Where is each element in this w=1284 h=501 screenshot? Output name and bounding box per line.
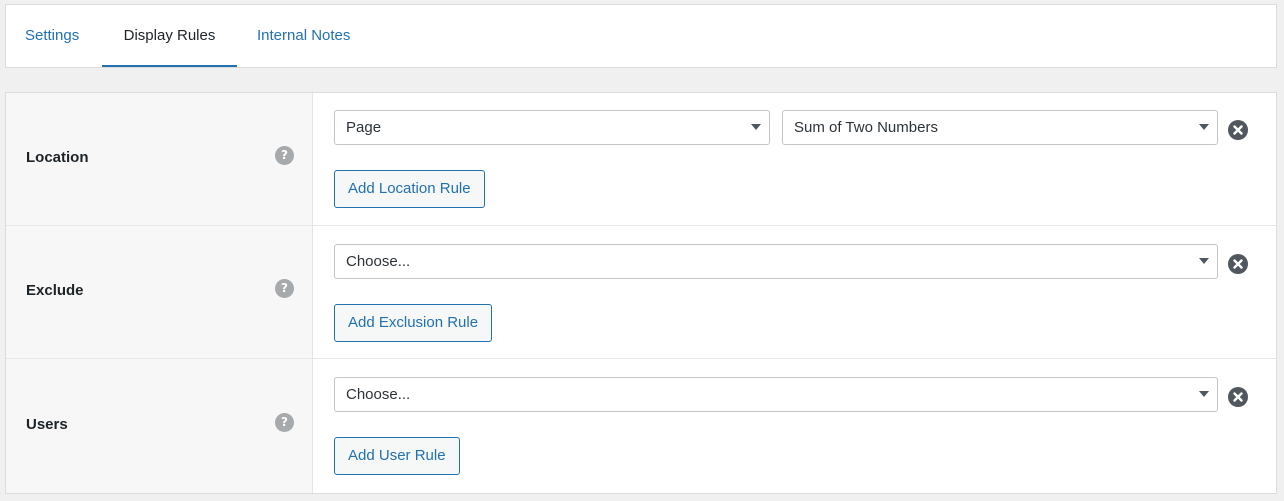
exclude-select-value: Choose... xyxy=(346,253,411,270)
chevron-down-icon xyxy=(1199,124,1209,130)
remove-rule-icon[interactable] xyxy=(1228,387,1248,407)
location-type-value: Page xyxy=(346,119,382,136)
display-rules-panel: Location ? Page Sum of Two Numbers Add L… xyxy=(5,92,1277,494)
users-select-value: Choose... xyxy=(346,386,411,403)
chevron-down-icon xyxy=(751,124,761,130)
users-label: Users xyxy=(26,416,68,433)
exclude-select[interactable]: Choose... xyxy=(334,244,1218,279)
location-label-column: Location ? xyxy=(6,93,313,225)
help-icon[interactable]: ? xyxy=(275,146,294,165)
location-type-select[interactable]: Page xyxy=(334,110,770,145)
location-value-select[interactable]: Sum of Two Numbers xyxy=(782,110,1218,145)
chevron-down-icon xyxy=(1199,391,1209,397)
remove-rule-icon[interactable] xyxy=(1228,254,1248,274)
location-value-text: Sum of Two Numbers xyxy=(794,119,938,136)
remove-rule-icon[interactable] xyxy=(1228,120,1248,140)
users-rule-row: Users ? Choose... Add User Rule xyxy=(6,359,1276,493)
add-location-rule-button[interactable]: Add Location Rule xyxy=(334,170,485,208)
add-exclusion-rule-button[interactable]: Add Exclusion Rule xyxy=(334,304,493,342)
tab-settings[interactable]: Settings xyxy=(25,5,79,67)
add-user-rule-button[interactable]: Add User Rule xyxy=(334,437,460,475)
exclude-rule-row: Exclude ? Choose... Add Exclusion Rule xyxy=(6,226,1276,359)
tab-display-rules[interactable]: Display Rules xyxy=(102,5,237,67)
location-rule-row: Location ? Page Sum of Two Numbers Add L… xyxy=(6,93,1276,226)
tab-bar: Settings Display Rules Internal Notes xyxy=(5,4,1277,68)
users-label-column: Users ? xyxy=(6,359,313,493)
location-label: Location xyxy=(26,149,89,166)
tab-internal-notes[interactable]: Internal Notes xyxy=(257,5,350,67)
help-icon[interactable]: ? xyxy=(275,413,294,432)
chevron-down-icon xyxy=(1199,258,1209,264)
exclude-label: Exclude xyxy=(26,282,84,299)
exclude-label-column: Exclude ? xyxy=(6,226,313,358)
users-select[interactable]: Choose... xyxy=(334,377,1218,412)
help-icon[interactable]: ? xyxy=(275,279,294,298)
